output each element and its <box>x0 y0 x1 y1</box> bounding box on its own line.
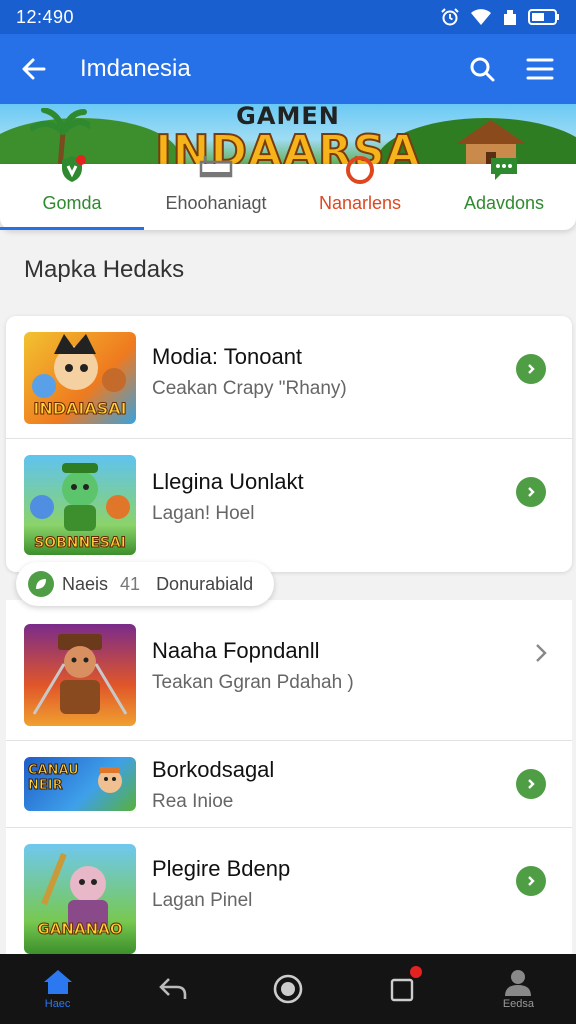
chip-action-label: Donurabiald <box>156 573 254 594</box>
game-subtitle: Teakan Ggran Pdahah ) <box>152 672 354 693</box>
notification-badge <box>409 966 422 978</box>
game-list: INDAIASAI Modia: Tonoant Ceakan Crapy "R… <box>6 316 572 572</box>
game-thumbnail: CANAU NEIR <box>24 757 136 811</box>
game-subtitle: Lagan! Hoel <box>152 503 255 524</box>
game-thumbnail: INDAIASAI <box>24 332 136 424</box>
nav-label: Haec <box>44 998 71 1010</box>
app-bar: Imdanesia <box>0 34 576 104</box>
tab-label: Gomda <box>42 193 102 213</box>
game-title: Borkodsagal <box>152 757 275 782</box>
game-thumbnail: SOBNNESAI <box>24 455 136 555</box>
game-row[interactable]: Naaha Fopndanll Teakan Ggran Pdahah ) <box>6 600 572 740</box>
profile-icon <box>505 970 532 996</box>
game-thumbnail-text: INDAIASAI <box>33 399 127 419</box>
arrow-left-icon <box>22 58 46 80</box>
game-thumbnail: GANANAO <box>24 844 136 954</box>
tab-ehoohaniagt[interactable]: Ehoohaniagt <box>144 156 288 230</box>
game-texts: Modia: Tonoant Ceakan Crapy "Rhany) <box>152 344 347 400</box>
nav-back[interactable] <box>115 954 230 1024</box>
ring-icon <box>344 154 376 191</box>
game-art <box>32 634 128 715</box>
game-texts: Naaha Fopndanll Teakan Ggran Pdahah ) <box>152 638 354 694</box>
game-thumbnail-text: SOBNNESAI <box>34 535 127 552</box>
chevron-right-icon <box>528 364 535 374</box>
game-title: Plegire Bdenp <box>152 856 291 881</box>
back-button[interactable] <box>18 53 50 85</box>
nav-home[interactable]: Haec <box>0 954 115 1024</box>
nav-recents[interactable] <box>346 954 461 1024</box>
tab-nanarlens[interactable]: Nanarlens <box>288 156 432 230</box>
chevron-right-icon[interactable] <box>530 642 552 664</box>
game-subtitle: Ceakan Crapy "Rhany) <box>152 378 347 399</box>
hamburger-menu-icon <box>526 58 554 80</box>
tab-gomda[interactable]: Gomda <box>0 155 144 230</box>
circle-home-icon <box>273 974 303 1004</box>
back-arrow-icon <box>158 978 187 999</box>
tab-label: Nanarlens <box>318 193 402 213</box>
leaf-icon <box>28 571 54 597</box>
game-thumbnail-text: GANANAO <box>37 920 123 939</box>
chip-count: 41 <box>120 573 141 594</box>
game-row[interactable]: SOBNNESAI Llegina Uonlakt Lagan! Hoel <box>6 439 572 572</box>
game-row[interactable]: GANANAO Plegire Bdenp Lagan Pinel <box>6 828 572 954</box>
signal-icon <box>502 8 518 26</box>
page-title: Imdanesia <box>80 55 191 82</box>
game-subtitle: Lagan Pinel <box>152 890 253 911</box>
game-title: Llegina Uonlakt <box>152 469 304 494</box>
bottom-navigation: Haec Eedsa <box>0 954 576 1024</box>
tab-adavdons[interactable]: Adavdons <box>432 158 576 230</box>
tab-label: Adavdons <box>463 193 545 213</box>
chevron-right-icon <box>528 779 535 789</box>
monitor-icon <box>199 154 233 187</box>
open-game-button[interactable] <box>516 866 546 896</box>
chat-icon <box>487 154 521 191</box>
search-icon <box>470 57 495 82</box>
open-game-button[interactable] <box>516 354 546 384</box>
game-thumbnail-text: CANAU NEIR <box>28 763 80 794</box>
alarm-icon <box>440 7 460 27</box>
shield-icon <box>57 154 87 189</box>
chevron-right-icon <box>528 876 535 886</box>
recents-icon <box>391 978 414 1002</box>
game-texts: Llegina Uonlakt Lagan! Hoel <box>152 469 304 525</box>
nav-profile[interactable]: Eedsa <box>461 954 576 1024</box>
home-icon <box>43 970 72 994</box>
game-row[interactable]: INDAIASAI Modia: Tonoant Ceakan Crapy "R… <box>6 316 572 438</box>
category-tabs: Gomda Ehoohaniagt Nanarlens Adavdons <box>0 155 576 230</box>
status-icons <box>440 7 560 27</box>
status-time: 12:490 <box>16 6 75 27</box>
open-game-button[interactable] <box>516 769 546 799</box>
game-texts: Borkodsagal Rea Inioe <box>152 757 274 813</box>
game-title: Modia: Tonoant <box>152 344 303 369</box>
chip-label: Naeis <box>62 573 109 594</box>
search-button[interactable] <box>464 51 500 87</box>
open-game-button[interactable] <box>516 477 546 507</box>
game-texts: Plegire Bdenp Lagan Pinel <box>152 856 290 912</box>
nav-label: Eedsa <box>502 998 535 1010</box>
game-thumbnail <box>24 624 136 726</box>
game-row[interactable]: CANAU NEIR Borkodsagal Rea Inioe <box>6 741 572 827</box>
game-title: Naaha Fopndanll <box>152 638 320 663</box>
battery-icon <box>528 8 560 26</box>
tab-label: Ehoohaniagt <box>165 193 267 213</box>
chevron-right-icon <box>528 487 535 497</box>
game-list-more: Naaha Fopndanll Teakan Ggran Pdahah ) CA… <box>6 600 572 954</box>
section-title: Mapka Hedaks <box>24 256 185 283</box>
game-subtitle: Rea Inioe <box>152 791 234 812</box>
download-chip[interactable]: Naeis 41 Donurabiald <box>16 562 274 606</box>
menu-button[interactable] <box>522 51 558 87</box>
status-bar: 12:490 <box>0 0 576 34</box>
wifi-icon <box>470 8 492 26</box>
nav-system-home[interactable] <box>230 954 345 1024</box>
